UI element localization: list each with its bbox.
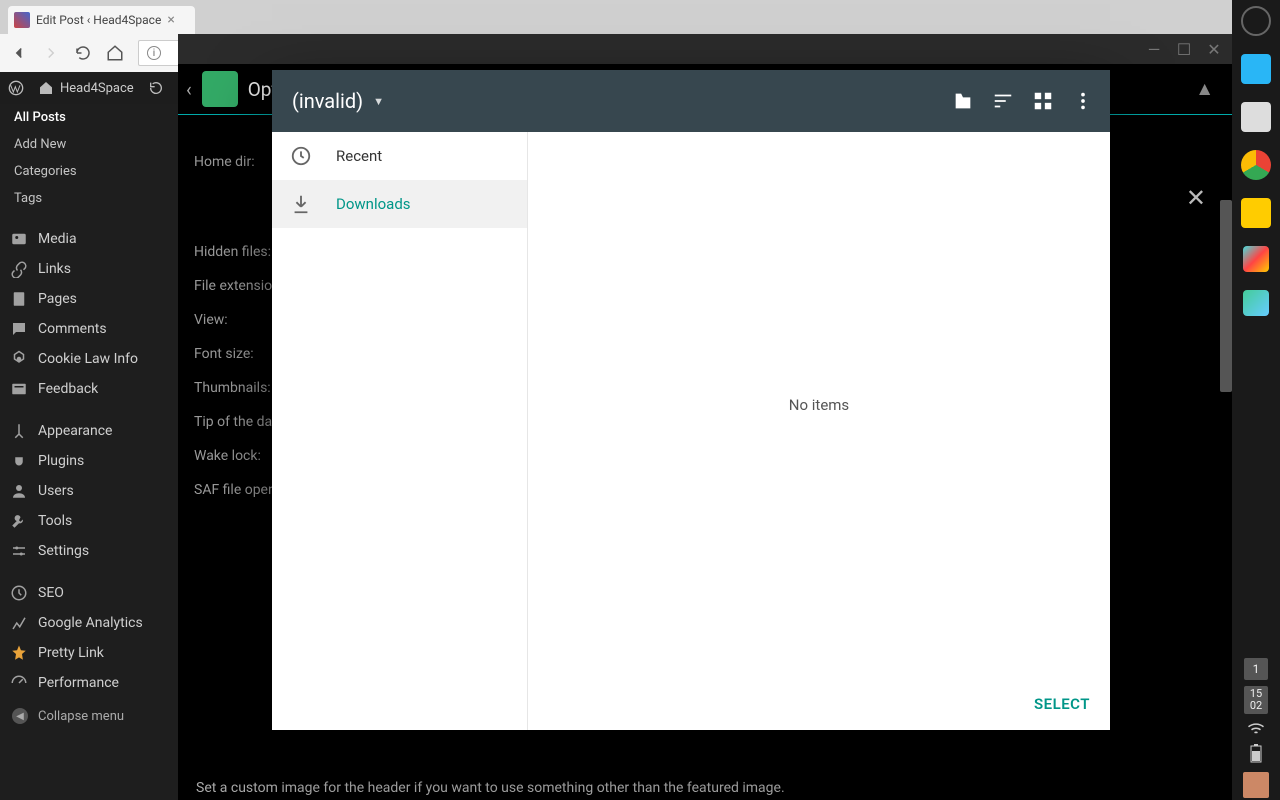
back-chevron-icon[interactable]: ‹ — [186, 78, 192, 101]
sidebar-item-feedback[interactable]: Feedback — [0, 374, 178, 404]
window-maximize-icon[interactable]: ☐ — [1176, 41, 1192, 57]
dock-chrome-icon[interactable] — [1241, 150, 1271, 180]
sidebar-item-tools[interactable]: Tools — [0, 506, 178, 536]
sidebar-item-cookie-law[interactable]: Cookie Law Info — [0, 344, 178, 374]
sidebar-item-appearance[interactable]: Appearance — [0, 416, 178, 446]
dock-files-icon[interactable] — [1241, 54, 1271, 84]
sidebar-item-pages[interactable]: Pages — [0, 284, 178, 314]
sidebar-item-comments[interactable]: Comments — [0, 314, 178, 344]
select-button[interactable]: SELECT — [1034, 695, 1090, 713]
scrollbar-thumb[interactable] — [1220, 200, 1232, 392]
file-picker-toolbar: (invalid) ▼ — [272, 70, 1110, 132]
close-icon[interactable]: × — [167, 12, 174, 28]
collapse-caret-icon[interactable]: ▲ — [1195, 77, 1214, 101]
dock-app2-icon[interactable] — [1241, 198, 1271, 228]
refresh-icon[interactable] — [148, 80, 164, 96]
page-info-icon[interactable]: i — [147, 46, 161, 60]
dock-app3-icon[interactable] — [1243, 290, 1269, 316]
favicon-icon — [14, 12, 30, 28]
dock-app-icon[interactable] — [1241, 102, 1271, 132]
download-icon — [290, 193, 312, 215]
system-tray[interactable]: 1 15 02 — [1243, 658, 1269, 800]
back-icon[interactable] — [10, 44, 28, 62]
footer-hint: Set a custom image for the header if you… — [196, 780, 785, 796]
file-picker-sidebar: Recent Downloads — [272, 132, 528, 730]
sidebar-item-links[interactable]: Links — [0, 254, 178, 284]
clock-icon — [290, 145, 312, 167]
sidebar-item-users[interactable]: Users — [0, 476, 178, 506]
tab-title: Edit Post ‹ Head4Space — [36, 13, 161, 27]
chrome-tab-strip: Edit Post ‹ Head4Space × — [0, 0, 1280, 34]
sidebar-item-prettylink[interactable]: Pretty Link — [0, 638, 178, 668]
user-avatar[interactable] — [1243, 772, 1269, 798]
sidebar-item-all-posts[interactable]: All Posts — [0, 104, 178, 131]
file-picker-location-dropdown[interactable]: (invalid) ▼ — [292, 89, 384, 113]
sidebar-item-analytics[interactable]: Google Analytics — [0, 608, 178, 638]
reload-icon[interactable] — [74, 44, 92, 62]
tray-date[interactable]: 15 02 — [1244, 686, 1268, 714]
sidebar-item-add-new[interactable]: Add New — [0, 131, 178, 158]
sidebar-item-performance[interactable]: Performance — [0, 668, 178, 698]
collapse-menu-button[interactable]: ◀ Collapse menu — [0, 698, 178, 734]
wordpress-icon[interactable] — [8, 80, 24, 96]
sidebar-item-recent[interactable]: Recent — [272, 132, 527, 180]
os-dock: 1 15 02 — [1232, 0, 1280, 800]
sidebar-item-label: Downloads — [336, 195, 411, 213]
app-logo-icon — [202, 71, 238, 107]
window-minimize-icon[interactable]: — — [1146, 41, 1162, 57]
window-close-icon[interactable]: ✕ — [1206, 41, 1222, 57]
sidebar-item-downloads[interactable]: Downloads — [272, 180, 527, 228]
site-home-link[interactable]: Head4Space — [38, 80, 134, 96]
site-name: Head4Space — [60, 81, 134, 96]
dropdown-caret-icon: ▼ — [373, 95, 384, 108]
empty-state-text: No items — [528, 132, 1110, 678]
inner-window-controls: — ☐ ✕ — [178, 34, 1232, 64]
collapse-icon: ◀ — [12, 708, 28, 724]
sidebar-item-settings[interactable]: Settings — [0, 536, 178, 566]
home-icon[interactable] — [106, 44, 124, 62]
sidebar-item-categories[interactable]: Categories — [0, 158, 178, 185]
file-picker-title: (invalid) — [292, 89, 363, 113]
dock-launcher-icon[interactable] — [1241, 6, 1271, 36]
forward-icon[interactable] — [42, 44, 60, 62]
wp-admin-sidebar: All Posts Add New Categories Tags Media … — [0, 104, 178, 800]
panel-close-icon[interactable]: ✕ — [1186, 184, 1206, 212]
file-picker-content: No items SELECT — [528, 132, 1110, 730]
overflow-menu-icon[interactable] — [1072, 90, 1094, 112]
sort-icon[interactable] — [992, 90, 1014, 112]
grid-view-icon[interactable] — [1032, 90, 1054, 112]
sidebar-item-plugins[interactable]: Plugins — [0, 446, 178, 476]
battery-icon[interactable] — [1250, 743, 1262, 766]
sidebar-item-tags[interactable]: Tags — [0, 185, 178, 212]
file-picker-dialog: (invalid) ▼ Recent — [272, 70, 1110, 730]
sidebar-item-media[interactable]: Media — [0, 224, 178, 254]
notification-badge[interactable]: 1 — [1244, 658, 1268, 680]
wifi-icon[interactable] — [1247, 722, 1265, 739]
sidebar-item-label: Recent — [336, 147, 382, 165]
browser-tab[interactable]: Edit Post ‹ Head4Space × — [8, 6, 195, 34]
dock-play-icon[interactable] — [1243, 246, 1269, 272]
sidebar-item-seo[interactable]: SEO — [0, 578, 178, 608]
new-folder-icon[interactable] — [952, 90, 974, 112]
